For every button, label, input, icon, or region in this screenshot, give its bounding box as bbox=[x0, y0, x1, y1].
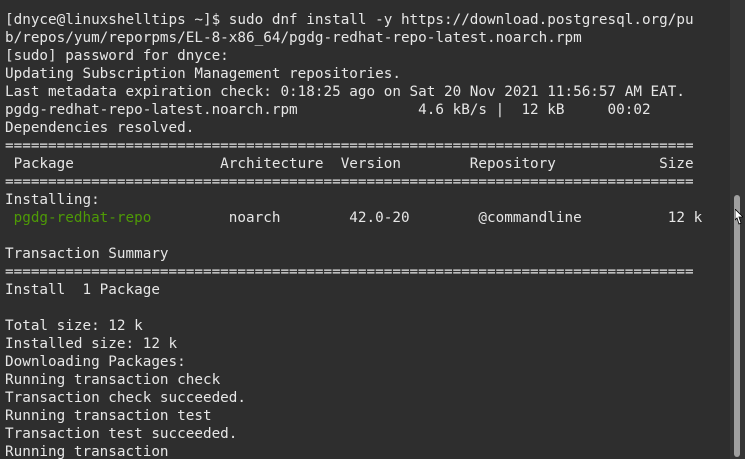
download-progress-line: pgdg-redhat-repo-latest.noarch.rpm 4.6 k… bbox=[5, 102, 651, 118]
metadata-check-line: Last metadata expiration check: 0:18:25 … bbox=[5, 84, 685, 100]
install-count-line: Install 1 Package bbox=[5, 282, 160, 298]
package-details: noarch 42.0-20 @commandline 12 k bbox=[151, 210, 703, 226]
terminal-output: [dnyce@linuxshelltips ~]$ sudo dnf insta… bbox=[5, 11, 702, 459]
test-succeeded-line: Transaction test succeeded. bbox=[5, 426, 238, 442]
table-header: Package Architecture Version Repository … bbox=[5, 156, 694, 172]
separator-line: ========================================… bbox=[5, 174, 694, 190]
table-row: pgdg-redhat-repo noarch 42.0-20 @command… bbox=[5, 209, 703, 227]
command-line: [dnyce@linuxshelltips ~]$ sudo dnf insta… bbox=[5, 12, 694, 28]
transaction-summary-label: Transaction Summary bbox=[5, 246, 169, 262]
command-line-wrap: b/repos/yum/reporpms/EL-8-x86_64/pgdg-re… bbox=[5, 30, 582, 46]
total-size-line: Total size: 12 k bbox=[5, 318, 143, 334]
scrollbar-thumb[interactable] bbox=[734, 195, 740, 457]
separator-line: ========================================… bbox=[5, 264, 694, 280]
vertical-scrollbar[interactable] bbox=[730, 0, 745, 459]
terminal-window[interactable]: [dnyce@linuxshelltips ~]$ sudo dnf insta… bbox=[0, 0, 730, 459]
check-succeeded-line: Transaction check succeeded. bbox=[5, 390, 247, 406]
separator-line: ========================================… bbox=[5, 138, 694, 154]
installing-label: Installing: bbox=[5, 192, 100, 208]
running-transaction-line: Running transaction bbox=[5, 444, 169, 459]
dependencies-resolved-line: Dependencies resolved. bbox=[5, 120, 195, 136]
running-test-line: Running transaction test bbox=[5, 408, 212, 424]
mouse-pointer-icon bbox=[735, 209, 743, 225]
package-name: pgdg-redhat-repo bbox=[5, 210, 152, 226]
running-check-line: Running transaction check bbox=[5, 372, 221, 388]
updating-repos-line: Updating Subscription Management reposit… bbox=[5, 66, 401, 82]
downloading-packages-line: Downloading Packages: bbox=[5, 354, 186, 370]
installed-size-line: Installed size: 12 k bbox=[5, 336, 178, 352]
sudo-prompt: [sudo] password for dnyce: bbox=[5, 48, 229, 64]
